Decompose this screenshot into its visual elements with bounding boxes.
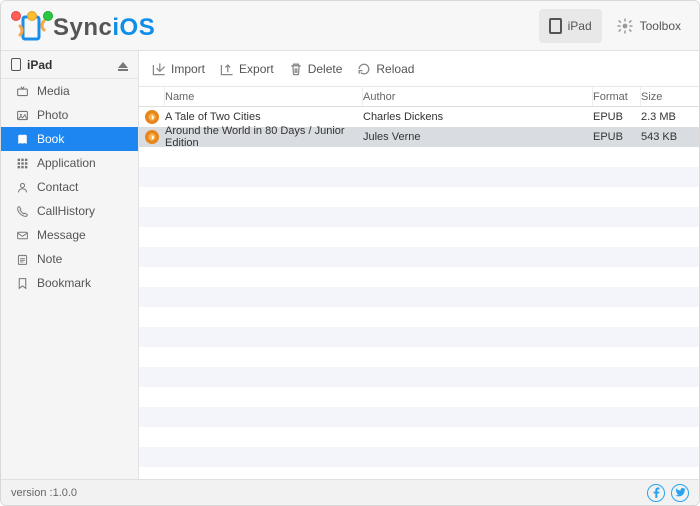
footer: version : 1.0.0 <box>1 479 699 505</box>
facebook-button[interactable] <box>647 484 665 502</box>
window-controls <box>11 11 53 21</box>
import-label: Import <box>171 62 205 76</box>
cell-author: Jules Verne <box>363 131 593 143</box>
titlebar: SynciOS iPad T <box>1 1 699 51</box>
sidebar-item-message[interactable]: Message <box>1 223 138 247</box>
body: iPad Media Photo Book <box>1 51 699 479</box>
sidebar-device-row[interactable]: iPad <box>1 51 138 79</box>
envelope-icon <box>15 229 29 242</box>
reload-icon <box>356 61 372 77</box>
col-format-header[interactable]: Format <box>593 87 641 106</box>
export-button[interactable]: Export <box>219 61 274 77</box>
bookmark-icon <box>15 277 29 290</box>
sidebar-item-bookmark[interactable]: Bookmark <box>1 271 138 295</box>
sidebar-item-application[interactable]: Application <box>1 151 138 175</box>
sidebar-item-book[interactable]: Book <box>1 127 138 151</box>
version-value: 1.0.0 <box>53 487 77 499</box>
sidebar-item-media[interactable]: Media <box>1 79 138 103</box>
ipad-icon <box>549 18 562 34</box>
sidebar-item-contact[interactable]: Contact <box>1 175 138 199</box>
col-size-header[interactable]: Size <box>641 87 699 106</box>
note-icon <box>15 253 29 266</box>
ipad-icon <box>11 58 21 71</box>
table-header: Name Author Format Size <box>139 87 699 107</box>
sidebar-item-label: Bookmark <box>37 276 91 290</box>
sidebar: iPad Media Photo Book <box>1 51 139 479</box>
social-links <box>647 484 689 502</box>
export-label: Export <box>239 62 274 76</box>
close-button[interactable] <box>11 11 21 21</box>
toolbox-button[interactable]: Toolbox <box>606 9 691 43</box>
import-icon <box>151 61 167 77</box>
contact-icon <box>15 181 29 194</box>
photo-icon <box>15 109 29 122</box>
apps-icon <box>15 157 29 170</box>
cell-name: Around the World in 80 Days / Junior Edi… <box>165 125 363 149</box>
export-icon <box>219 61 235 77</box>
trash-icon <box>288 61 304 77</box>
reload-button[interactable]: Reload <box>356 61 414 77</box>
col-icon-header[interactable] <box>139 87 165 106</box>
main-panel: Import Export Delete Reload Name A <box>139 51 699 479</box>
table-body: ◑ A Tale of Two Cities Charles Dickens E… <box>139 107 699 479</box>
sidebar-item-note[interactable]: Note <box>1 247 138 271</box>
col-name-header[interactable]: Name <box>165 87 363 106</box>
version-label: version : <box>11 487 53 499</box>
logo-text-1: Sync <box>53 14 112 42</box>
delete-label: Delete <box>308 62 343 76</box>
import-button[interactable]: Import <box>151 61 205 77</box>
cell-name: A Tale of Two Cities <box>165 111 363 123</box>
col-author-header[interactable]: Author <box>363 87 593 106</box>
sidebar-item-callhistory[interactable]: CallHistory <box>1 199 138 223</box>
table-row[interactable]: ◑ Around the World in 80 Days / Junior E… <box>139 127 699 147</box>
facebook-icon <box>652 487 661 498</box>
twitter-button[interactable] <box>671 484 689 502</box>
sidebar-item-label: Application <box>37 156 96 170</box>
maximize-button[interactable] <box>43 11 53 21</box>
sidebar-item-label: Contact <box>37 180 78 194</box>
sidebar-item-label: Message <box>37 228 86 242</box>
device-tab-button[interactable]: iPad <box>539 9 602 43</box>
sidebar-item-label: CallHistory <box>37 204 95 218</box>
app-window: SynciOS iPad T <box>0 0 700 506</box>
cell-size: 543 KB <box>641 131 699 143</box>
sidebar-item-photo[interactable]: Photo <box>1 103 138 127</box>
device-tab-label: iPad <box>568 19 592 33</box>
cell-size: 2.3 MB <box>641 111 699 123</box>
sidebar-item-label: Photo <box>37 108 68 122</box>
table-stripes <box>139 107 699 479</box>
gear-icon <box>616 17 634 35</box>
eject-icon[interactable] <box>118 62 128 68</box>
sidebar-device-label: iPad <box>27 58 52 72</box>
epub-icon: ◑ <box>145 110 159 124</box>
sidebar-item-label: Note <box>37 252 62 266</box>
epub-icon: ◑ <box>145 130 159 144</box>
minimize-button[interactable] <box>27 11 37 21</box>
tv-icon <box>15 85 29 98</box>
header-right: iPad Toolbox <box>539 9 691 43</box>
cell-author: Charles Dickens <box>363 111 593 123</box>
phone-icon <box>15 205 29 218</box>
delete-button[interactable]: Delete <box>288 61 343 77</box>
book-icon <box>15 133 29 146</box>
table-row[interactable]: ◑ A Tale of Two Cities Charles Dickens E… <box>139 107 699 127</box>
cell-format: EPUB <box>593 111 641 123</box>
toolbar: Import Export Delete Reload <box>139 51 699 87</box>
sidebar-item-label: Media <box>37 84 70 98</box>
toolbox-label: Toolbox <box>640 19 681 33</box>
reload-label: Reload <box>376 62 414 76</box>
twitter-icon <box>675 488 686 497</box>
logo-text-2: iOS <box>112 14 155 42</box>
sidebar-item-label: Book <box>37 132 64 146</box>
cell-format: EPUB <box>593 131 641 143</box>
